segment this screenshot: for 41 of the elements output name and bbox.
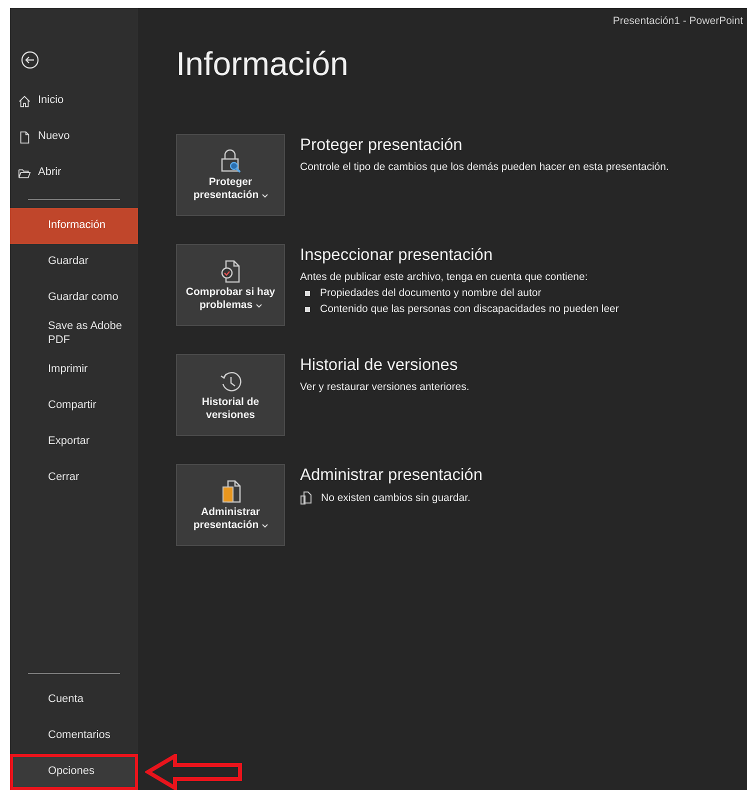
sidebar-item[interactable]: Inicio: [10, 83, 138, 119]
sidebar-item[interactable]: Abrir: [10, 155, 138, 191]
section-heading: Historial de versiones: [300, 356, 459, 376]
description-text: Ver y restaurar versiones anteriores.: [300, 381, 470, 394]
arrow-annotation-icon: [145, 754, 243, 790]
action-button[interactable]: Historial de versiones: [176, 354, 285, 436]
sidebar-item[interactable]: Nuevo: [10, 119, 138, 155]
sidebar-item[interactable]: Comentarios: [10, 718, 138, 754]
action-button[interactable]: Proteger presentación: [176, 134, 285, 216]
action-button[interactable]: Administrar presentación: [176, 464, 285, 546]
section-heading: Proteger presentación: [300, 136, 464, 156]
description-text: Antes de publicar este archivo, tenga en cuenta que contiene:: [300, 271, 589, 284]
sidebar-item[interactable]: Cerrar: [10, 460, 138, 496]
page-title: Información: [176, 46, 350, 82]
description-text: Controle el tipo de cambios que los demás pueden hacer en esta presentación.: [300, 161, 669, 174]
sidebar-item[interactable]: Información: [10, 208, 138, 244]
sidebar-item[interactable]: Imprimir: [10, 352, 138, 388]
status-text: No existen cambios sin guardar.: [321, 492, 470, 504]
sidebar-item[interactable]: Opciones: [10, 754, 138, 790]
caret-icon: [256, 304, 262, 308]
home-icon: [18, 94, 31, 108]
sidebar-item[interactable]: Compartir: [10, 388, 138, 424]
back-icon[interactable]: [21, 51, 39, 69]
window-title: Presentación1 - PowerPoint: [612, 15, 743, 27]
documents-icon: [300, 491, 312, 506]
sidebar-item[interactable]: Exportar: [10, 424, 138, 460]
bullet-text: Propiedades del documento y nombre del autor: [320, 287, 542, 300]
sidebar-item[interactable]: Guardar como: [10, 280, 138, 316]
sidebar-item[interactable]: Cuenta: [10, 682, 138, 718]
folder-icon: [18, 166, 31, 180]
caret-icon: [262, 194, 268, 198]
bullet-icon: [305, 290, 310, 296]
bullet-text: Contenido que las personas con discapacidades no pueden leer: [320, 303, 619, 316]
caret-icon: [262, 524, 268, 528]
sidebar-item[interactable]: Guardar: [10, 244, 138, 280]
document-icon: [18, 130, 31, 144]
section-heading: Inspeccionar presentación: [300, 246, 494, 266]
bullet-icon: [305, 306, 310, 312]
sidebar-item[interactable]: Save as Adobe PDF: [10, 316, 138, 352]
action-button[interactable]: Comprobar si hay problemas: [176, 244, 285, 326]
section-heading: Administrar presentación: [300, 466, 482, 486]
